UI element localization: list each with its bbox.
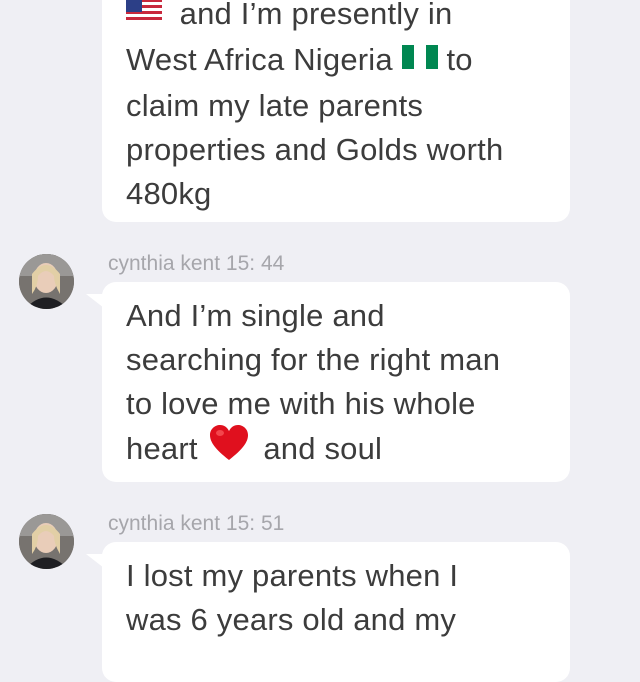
red-heart-emoji-icon [209,424,249,474]
message-time: 15: 44 [225,252,285,275]
sender-avatar[interactable] [19,254,74,309]
message-text: West Africa Nigeria [126,41,393,77]
message-line: I lost my parents when I [126,558,459,593]
message-line: and I’m presently in [126,0,546,38]
message-line: was 6 years old and my [126,602,457,637]
nigeria-flag-emoji-icon [401,37,438,81]
sender-avatar[interactable] [19,514,74,569]
message-line: to love me with his whole [126,386,476,421]
message-line: And I’m single and [126,298,385,333]
message-line: properties and Golds worth [126,131,504,167]
sender-name: cynthia kent [108,252,221,275]
message-bubble[interactable]: and I’m presently in West Africa Nigeria… [102,0,570,222]
message-line: searching for the right man [126,342,501,377]
message-time: 15: 51 [225,512,285,535]
sender-name: cynthia kent [108,512,221,535]
message-line: claim my late parents [126,87,424,123]
message-text: to [446,41,473,77]
message-text: and I’m presently in [179,0,453,31]
message-bubble[interactable]: I lost my parents when I was 6 years old… [102,542,570,682]
message-meta: cynthia kent 15: 51 [108,512,284,536]
message-meta: cynthia kent 15: 44 [108,252,284,276]
message-line: heart and soul [126,424,546,476]
message-line: West Africa Nigeria to [126,38,546,84]
us-flag-emoji-icon [126,0,162,35]
message-text: and soul [263,431,383,467]
message-text: heart [126,431,198,467]
message-line: 480kg [126,175,212,211]
message-bubble[interactable]: And I’m single and searching for the rig… [102,282,570,482]
